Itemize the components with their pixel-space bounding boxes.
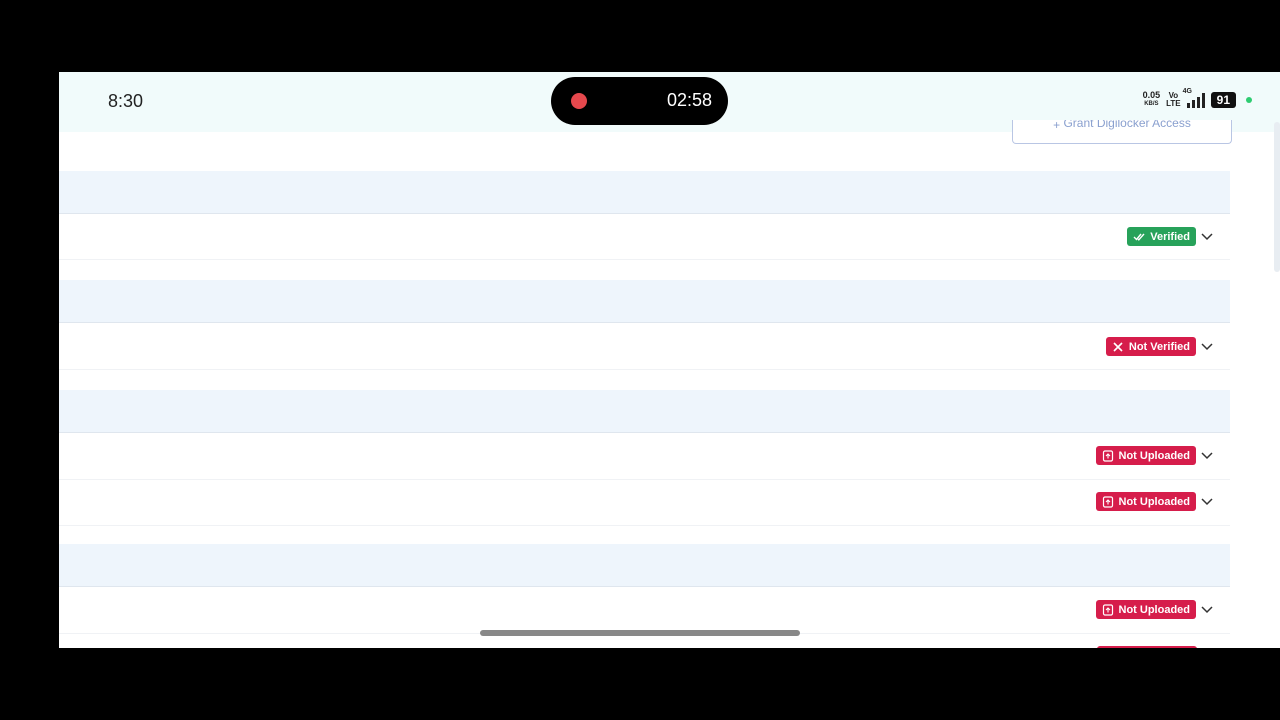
privacy-indicator-icon [1246, 97, 1252, 103]
document-row[interactable]: Verified [59, 213, 1230, 260]
double-check-icon [1133, 233, 1145, 241]
expand-chevron-icon[interactable] [1200, 495, 1214, 509]
partial-status-badge [1097, 646, 1197, 648]
status-clock: 8:30 [108, 91, 144, 111]
file-upload-icon [1102, 449, 1113, 462]
section-header [59, 390, 1230, 433]
status-badge: Not Uploaded [1095, 600, 1196, 619]
scrollbar[interactable] [1274, 122, 1280, 272]
network-speed: 0.05 KB/S [1142, 90, 1161, 108]
signal-strength-icon: 4G [1183, 88, 1205, 108]
document-row[interactable]: Not Uploaded [59, 479, 1230, 526]
status-badge: Not Uploaded [1095, 492, 1196, 511]
system-icons: 0.05 KB/S Vo LTE 4G 91 [1142, 88, 1252, 109]
status-badge: Not Verified [1105, 337, 1196, 356]
status-badge: Not Uploaded [1095, 446, 1196, 465]
close-icon [1113, 341, 1123, 352]
grant-digilocker-button[interactable]: + Grant Digilocker Access [1012, 120, 1232, 144]
screen-recording-pill[interactable]: 02:58 [551, 77, 728, 125]
expand-chevron-icon[interactable] [1200, 340, 1214, 354]
document-row[interactable]: Not Uploaded [59, 433, 1230, 480]
record-dot-icon [571, 93, 587, 109]
section-header [59, 544, 1230, 587]
recording-timer: 02:58 [666, 90, 712, 110]
file-upload-icon [1102, 603, 1113, 616]
home-indicator[interactable] [480, 630, 800, 636]
phone-screen: 8:30 02:58 0.05 KB/S Vo LTE 4G 91 + Grant … [59, 72, 1280, 648]
expand-chevron-icon[interactable] [1200, 230, 1214, 244]
status-badge: Verified [1127, 227, 1196, 246]
file-upload-icon [1102, 495, 1113, 508]
expand-chevron-icon[interactable] [1200, 449, 1214, 463]
battery-icon: 91 [1210, 92, 1236, 108]
volte-icon: Vo LTE [1166, 91, 1181, 108]
document-row[interactable]: Not Uploaded [59, 587, 1230, 634]
section-header [59, 280, 1230, 323]
expand-chevron-icon[interactable] [1200, 603, 1214, 617]
document-row[interactable]: Not Verified [59, 323, 1230, 370]
section-header [59, 171, 1230, 214]
